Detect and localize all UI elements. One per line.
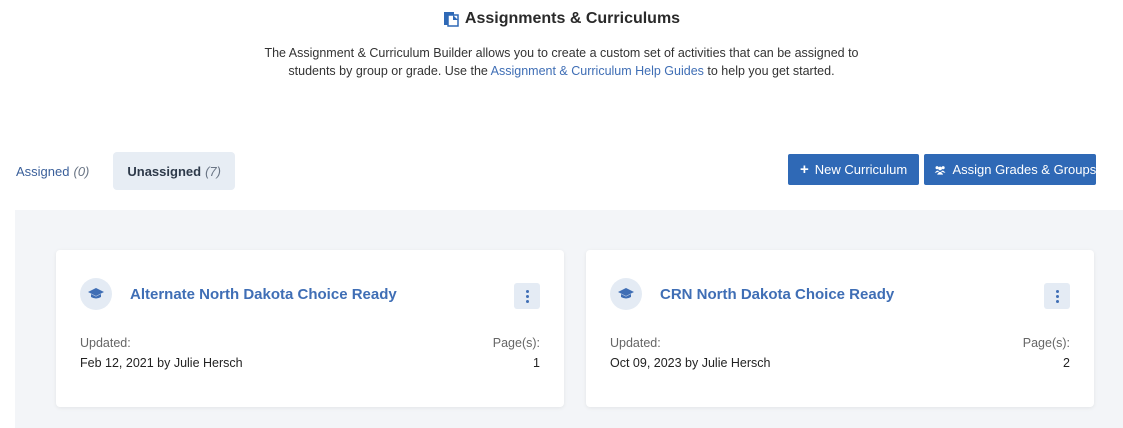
updated-value: Oct 09, 2023 by Julie Hersch [610, 356, 771, 370]
pages-value: 1 [533, 356, 540, 370]
plus-icon: + [800, 161, 809, 178]
graduation-cap-icon [80, 278, 112, 310]
curriculum-title[interactable]: CRN North Dakota Choice Ready [660, 286, 894, 303]
tab-assigned[interactable]: Assigned (0) [16, 152, 103, 190]
updated-label: Updated: [610, 336, 661, 350]
description-line2-post: to help you get started. [703, 64, 835, 78]
action-buttons: + New Curriculum Assign Grades & Groups [788, 154, 1097, 185]
assignment-tabs: Assigned (0) Unassigned (7) [16, 152, 235, 190]
pages-label: Page(s): [1022, 336, 1070, 350]
pages-label: Page(s): [492, 336, 540, 350]
page-description: The Assignment & Curriculum Builder allo… [202, 44, 922, 80]
curriculum-card: Alternate North Dakota Choice Ready Upda… [56, 250, 564, 407]
tab-unassigned[interactable]: Unassigned (7) [113, 152, 235, 190]
description-line2-pre: students by group or grade. Use the [288, 64, 491, 78]
users-icon [934, 165, 946, 175]
updated-label: Updated: [80, 336, 131, 350]
new-curriculum-label: New Curriculum [814, 162, 908, 177]
assign-label: Assign Grades & Groups [952, 162, 1097, 177]
kebab-menu-icon [1055, 289, 1059, 303]
clipboard-icon [443, 12, 459, 27]
description-line1: The Assignment & Curriculum Builder allo… [264, 46, 859, 60]
card-menu-button[interactable] [514, 283, 540, 309]
graduation-cap-icon [610, 278, 642, 310]
pages-value: 2 [1063, 356, 1070, 370]
tab-unassigned-label: Unassigned [127, 163, 202, 179]
updated-value: Feb 12, 2021 by Julie Hersch [80, 356, 243, 370]
curriculum-title[interactable]: Alternate North Dakota Choice Ready [130, 286, 397, 303]
page-title: Assignments & Curriculums [443, 10, 680, 28]
new-curriculum-button[interactable]: + New Curriculum [788, 154, 920, 185]
curriculum-panel: Alternate North Dakota Choice Ready Upda… [15, 210, 1123, 428]
tab-assigned-label: Assigned [16, 163, 70, 179]
help-guides-link[interactable]: Assignment & Curriculum Help Guides [491, 64, 704, 78]
tab-assigned-count: (0) [73, 163, 90, 179]
kebab-menu-icon [525, 289, 529, 303]
page-header: Assignments & Curriculums The Assignment… [0, 8, 1123, 80]
tab-unassigned-count: (7) [205, 163, 221, 179]
card-menu-button[interactable] [1044, 283, 1070, 309]
assign-grades-groups-button[interactable]: Assign Grades & Groups [924, 154, 1097, 185]
curriculum-card: CRN North Dakota Choice Ready Updated: O… [586, 250, 1094, 407]
page-title-text: Assignments & Curriculums [464, 10, 681, 27]
